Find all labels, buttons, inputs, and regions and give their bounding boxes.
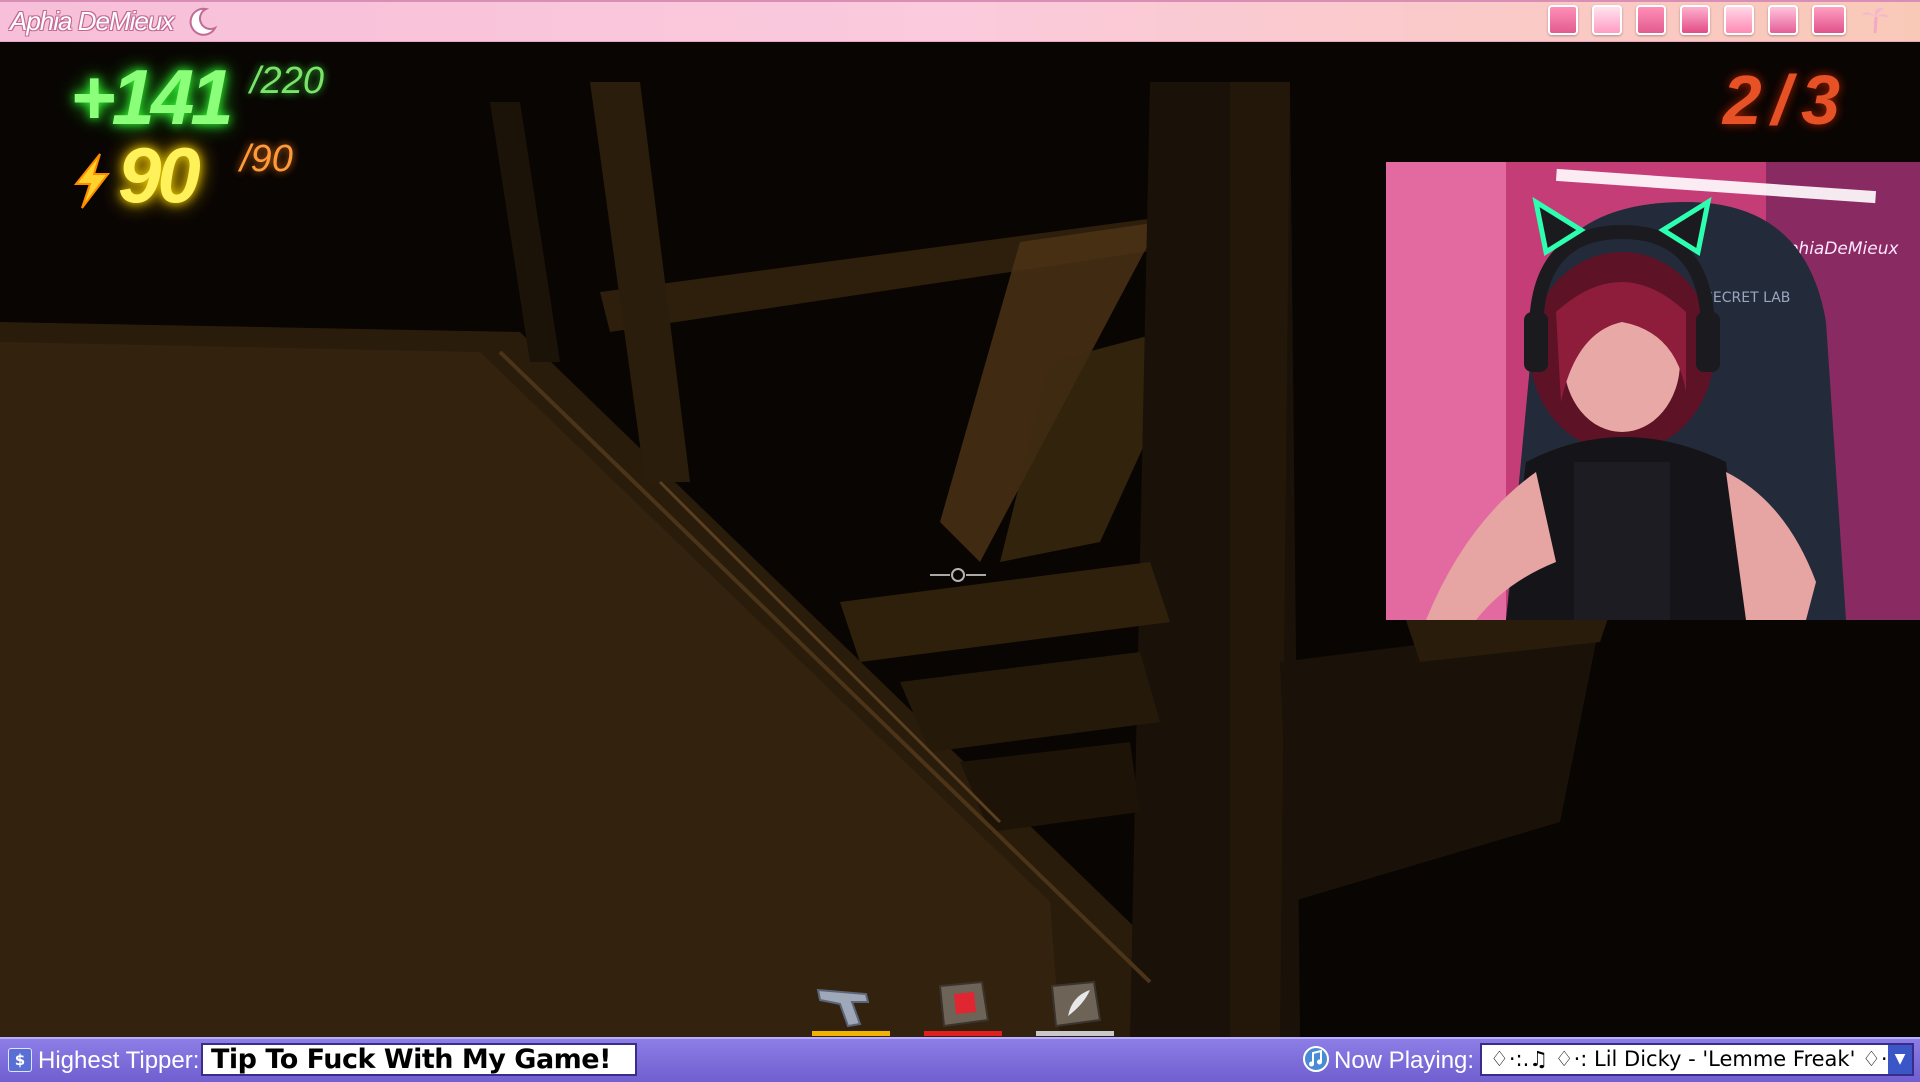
chevron-down-icon[interactable]: ▼	[1888, 1045, 1912, 1074]
title-bar: Aphia DeMieux	[0, 0, 1920, 42]
energy-value: 90	[70, 130, 201, 221]
feather-item-box-icon	[1050, 980, 1102, 1028]
health-max: /220	[250, 60, 324, 102]
pink-folder-icon[interactable]	[1636, 5, 1666, 35]
webcam-feed: AphiaDeMieux SECRET LAB	[1386, 162, 1920, 620]
highest-tipper-label: Highest Tipper:	[38, 1047, 200, 1074]
item-hotbar	[808, 972, 1118, 1036]
top-icon-tray	[1548, 5, 1890, 35]
bottom-info-bar: $ Highest Tipper: Tip To Fuck With My Ga…	[0, 1037, 1920, 1082]
dollar-icon: $	[8, 1048, 32, 1072]
lightning-icon	[73, 153, 111, 209]
highest-tipper-value: Tip To Fuck With My Game!	[201, 1043, 637, 1076]
pistol-icon	[816, 988, 870, 1028]
heart-card-icon[interactable]	[1548, 5, 1578, 35]
now-playing-song[interactable]: ♢·:.♫ ♢·: Lil Dicky - 'Lemme Freak' ♢·:.…	[1480, 1043, 1914, 1076]
red-item-box-icon	[938, 980, 990, 1028]
music-note-icon	[1303, 1046, 1329, 1072]
energy-number: 90	[118, 131, 201, 219]
streamer-name: Aphia DeMieux	[10, 6, 174, 36]
chair-logo: SECRET LAB	[1704, 290, 1790, 306]
palm-tree-icon	[1862, 7, 1889, 34]
now-playing-label: Now Playing:	[1334, 1047, 1475, 1074]
game-viewport: +141 /220 90 /90 2/3 AphiaDeMieux SECRET…	[0, 42, 1920, 1037]
hotbar-slot-3[interactable]	[1032, 972, 1118, 1036]
crescent-moon-icon	[189, 7, 218, 36]
slot-3-indicator	[1036, 1031, 1114, 1036]
webcam-overlay: AphiaDeMieux SECRET LAB	[1386, 162, 1920, 620]
slot-1-indicator	[812, 1031, 890, 1036]
energy-max: /90	[240, 138, 293, 180]
round-counter: 2/3	[1722, 61, 1850, 139]
pink-keyboard-icon[interactable]	[1812, 5, 1846, 35]
notepad-icon[interactable]	[1592, 5, 1622, 35]
song-title: ♢·:.♫ ♢·: Lil Dicky - 'Lemme Freak' ♢·:.…	[1490, 1047, 1914, 1071]
hotbar-slot-1[interactable]	[808, 972, 894, 1036]
crosshair-icon	[930, 568, 986, 582]
pink-book-icon[interactable]	[1768, 5, 1798, 35]
hotbar-slot-2[interactable]	[920, 972, 1006, 1036]
pink-chart-icon[interactable]	[1724, 5, 1754, 35]
heart-gift-icon[interactable]	[1680, 5, 1710, 35]
slot-2-indicator	[924, 1031, 1002, 1036]
